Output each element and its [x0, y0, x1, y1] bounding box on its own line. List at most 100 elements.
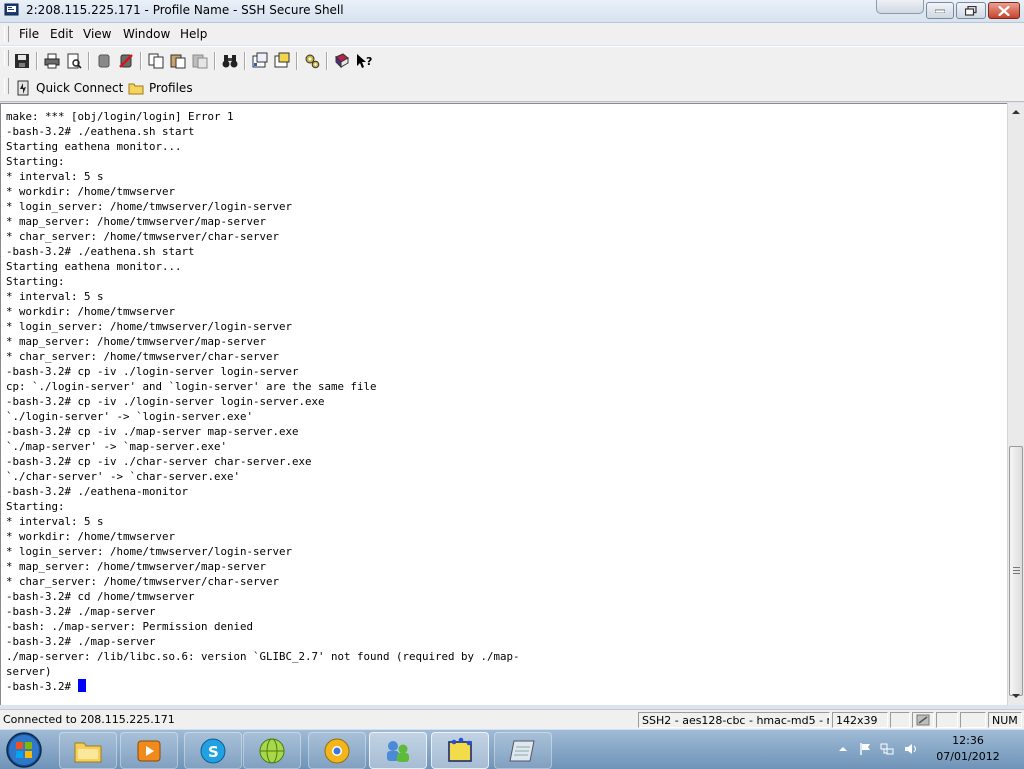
terminal-line: cp: `./login-server' and `login-server' … [6, 380, 377, 393]
menu-bar: File Edit View Window Help [0, 23, 1024, 45]
scroll-thumb[interactable] [1009, 446, 1023, 696]
terminal-prompt-line: -bash-3.2# [6, 679, 520, 694]
terminal-line: * workdir: /home/tmwserver [6, 530, 176, 543]
terminal-line: `./login-server' -> `login-server.exe' [6, 410, 254, 423]
disconnect-red-icon [119, 54, 133, 68]
terminal-area[interactable]: make: *** [obj/login/login] Error 1 -bash… [0, 103, 1007, 705]
copy-button[interactable] [146, 51, 166, 70]
restore-icon [965, 5, 977, 16]
terminal-output: make: *** [obj/login/login] Error 1 -bash… [6, 109, 520, 694]
terminal-line: * char_server: /home/tmwserver/char-serv… [6, 575, 280, 588]
terminal-window-icon [252, 52, 268, 68]
quick-connect-grip[interactable] [4, 78, 9, 94]
quick-connect-button[interactable]: Quick Connect [15, 78, 123, 98]
terminal-line: * map_server: /home/tmwserver/map-server [6, 335, 267, 348]
start-button[interactable] [4, 731, 44, 769]
taskbar-app-chrome[interactable] [308, 732, 366, 769]
show-hidden-icons-icon[interactable] [836, 742, 850, 756]
menu-grip[interactable] [4, 26, 9, 42]
terminal-line: Starting eathena monitor... [6, 140, 182, 153]
menu-view[interactable]: View [83, 27, 111, 41]
copy-icon [148, 53, 164, 69]
paste-button[interactable] [168, 51, 188, 70]
scroll-up-button[interactable] [1008, 104, 1024, 120]
save-button[interactable] [12, 51, 32, 70]
taskbar-app-media-player[interactable] [120, 732, 178, 769]
skype-icon: S [200, 738, 226, 763]
profiles-label: Profiles [149, 81, 193, 95]
close-button[interactable] [988, 2, 1020, 19]
disconnect-button[interactable] [94, 51, 114, 70]
terminal-line: -bash-3.2# ./eathena.sh start [6, 245, 195, 258]
toolbar-separator [296, 52, 298, 70]
status-pane-empty [960, 712, 986, 728]
terminal-line: * map_server: /home/tmwserver/map-server [6, 560, 267, 573]
print-button[interactable] [42, 51, 62, 70]
close-icon [998, 5, 1010, 16]
vertical-scrollbar[interactable] [1007, 103, 1024, 705]
terminal-line: ./map-server: /lib/libc.so.6: version `G… [6, 650, 520, 663]
menu-edit[interactable]: Edit [50, 27, 73, 41]
toolbar-separator [36, 52, 38, 70]
volume-icon[interactable] [904, 742, 918, 756]
terminal-line: * workdir: /home/tmwserver [6, 185, 176, 198]
folder-icon [128, 83, 144, 95]
scroll-down-button[interactable] [1008, 688, 1024, 704]
minimize-button[interactable] [926, 2, 954, 19]
taskbar-app-notepad[interactable] [494, 732, 552, 769]
thumb-grip-line [1013, 570, 1020, 571]
binoculars-icon [222, 55, 238, 68]
profiles-button[interactable]: Profiles [128, 78, 193, 98]
quick-connect-label: Quick Connect [36, 81, 124, 95]
taskbar-app-network-users[interactable] [369, 732, 427, 769]
quick-connect-bar: Quick Connect Profiles [0, 75, 1024, 102]
new-terminal-button[interactable] [250, 51, 270, 70]
thumb-grip-line [1013, 567, 1020, 568]
settings-gears-button[interactable] [302, 51, 322, 70]
find-button[interactable] [220, 51, 240, 70]
taskbar-app-globe[interactable] [243, 732, 301, 769]
system-clock[interactable]: 12:36 07/01/2012 [922, 733, 1014, 765]
menu-file[interactable]: File [19, 27, 39, 41]
paste-disabled-button[interactable] [190, 51, 210, 70]
taskbar-app-explorer[interactable] [59, 732, 117, 769]
help-book-button[interactable] [332, 51, 352, 70]
terminal-line: `./map-server' -> `map-server.exe' [6, 440, 228, 453]
toolbar-grip[interactable] [4, 50, 9, 66]
terminal-line: -bash-3.2# cp -iv ./char-server char-ser… [6, 455, 312, 468]
menu-window[interactable]: Window [123, 27, 170, 41]
status-pane-empty [936, 712, 958, 728]
toolbar-separator [140, 52, 142, 70]
action-center-flag-icon[interactable] [858, 742, 872, 756]
taskbar-app-ssh-secure-shell[interactable] [431, 732, 489, 769]
num-lock-status: NUM [988, 712, 1022, 728]
menu-help[interactable]: Help [180, 27, 207, 41]
terminal-prompt: -bash-3.2# [6, 680, 78, 693]
new-file-transfer-button[interactable] [272, 51, 292, 70]
terminal-line: * char_server: /home/tmwserver/char-serv… [6, 230, 280, 243]
title-bar: 2:208.115.225.171 - Profile Name - SSH S… [0, 0, 1024, 23]
print-preview-button[interactable] [64, 51, 84, 70]
network-icon[interactable] [880, 742, 894, 756]
terminal-line: `./char-server' -> `char-server.exe' [6, 470, 241, 483]
context-help-button[interactable]: ? [354, 51, 374, 70]
settings-button[interactable] [116, 51, 136, 70]
arrow-up-icon [1012, 110, 1020, 114]
status-bar: Connected to 208.115.225.171 SSH2 - aes1… [0, 709, 1024, 730]
clock-date: 07/01/2012 [936, 750, 1000, 763]
ssh-app-icon[interactable] [4, 3, 19, 17]
arrow-down-icon [1012, 694, 1020, 698]
help-book-icon [335, 53, 349, 69]
minimize-icon [935, 9, 945, 13]
terminal-line: server) [6, 665, 52, 678]
disconnect-icon [98, 54, 110, 68]
taskbar-app-skype[interactable]: S [184, 732, 242, 769]
toolbar-separator [244, 52, 246, 70]
terminal-cursor [77, 679, 86, 692]
restore-button[interactable] [956, 2, 986, 19]
terminal-line: * login_server: /home/tmwserver/login-se… [6, 200, 293, 213]
ghost-caption-button [876, 0, 924, 14]
terminal-line: * workdir: /home/tmwserver [6, 305, 176, 318]
terminal-line: -bash-3.2# cp -iv ./map-server map-serve… [6, 425, 299, 438]
terminal-line: make: *** [obj/login/login] Error 1 [6, 110, 234, 123]
